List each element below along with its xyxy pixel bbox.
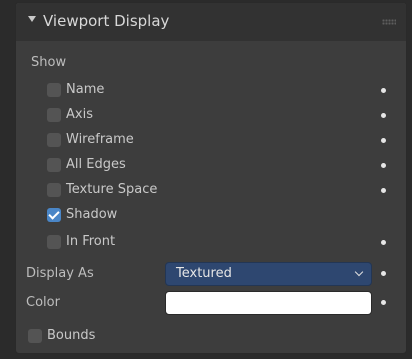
- color-label: Color: [26, 295, 60, 310]
- display-as-select[interactable]: Textured: [165, 262, 372, 286]
- axis-checkbox-label: Axis: [66, 107, 93, 122]
- show-texture-space-row[interactable]: Texture Space: [16, 179, 406, 201]
- decorator-dot-icon[interactable]: [381, 271, 386, 276]
- texture-space-checkbox[interactable]: [47, 183, 61, 197]
- decorator-dot-icon[interactable]: [381, 240, 386, 245]
- shadow-checkbox-label: Shadow: [66, 207, 118, 222]
- decorator-dot-icon[interactable]: [381, 88, 386, 93]
- decorator-dot-icon[interactable]: [381, 300, 386, 305]
- in-front-checkbox-label: In Front: [66, 234, 116, 249]
- panel-title: Viewport Display: [43, 12, 170, 30]
- decorator-dot-icon[interactable]: [381, 163, 386, 168]
- show-name-row[interactable]: Name: [16, 79, 406, 101]
- show-axis-row[interactable]: Axis: [16, 104, 406, 126]
- decorator-dot-icon[interactable]: [381, 113, 386, 118]
- decorator-dot-icon[interactable]: [381, 188, 386, 193]
- show-wireframe-row[interactable]: Wireframe: [16, 129, 406, 151]
- decorator-dot-icon[interactable]: [381, 138, 386, 143]
- shadow-checkbox[interactable]: [47, 208, 61, 222]
- name-checkbox[interactable]: [47, 83, 61, 97]
- display-as-label: Display As: [26, 266, 94, 281]
- bounds-row[interactable]: Bounds: [16, 325, 406, 347]
- all-edges-checkbox-label: All Edges: [66, 157, 126, 172]
- collapse-triangle-icon[interactable]: [28, 16, 36, 22]
- bounds-checkbox[interactable]: [28, 329, 42, 343]
- all-edges-checkbox[interactable]: [47, 158, 61, 172]
- color-swatch-field[interactable]: [165, 291, 372, 315]
- viewport-display-panel: Viewport Display Show Name Axis Wirefram…: [15, 2, 407, 354]
- panel-header[interactable]: Viewport Display: [16, 3, 406, 41]
- bounds-checkbox-label: Bounds: [47, 328, 96, 343]
- texture-space-checkbox-label: Texture Space: [66, 182, 158, 197]
- wireframe-checkbox[interactable]: [47, 133, 61, 147]
- show-all-edges-row[interactable]: All Edges: [16, 154, 406, 176]
- show-shadow-row[interactable]: Shadow: [16, 204, 406, 226]
- axis-checkbox[interactable]: [47, 108, 61, 122]
- show-label: Show: [31, 55, 67, 70]
- name-checkbox-label: Name: [66, 82, 105, 97]
- show-in-front-row[interactable]: In Front: [16, 231, 406, 253]
- display-as-value: Textured: [176, 266, 232, 281]
- chevron-down-icon: [354, 267, 364, 277]
- drag-grip-icon[interactable]: [382, 19, 396, 25]
- in-front-checkbox[interactable]: [47, 235, 61, 249]
- wireframe-checkbox-label: Wireframe: [66, 132, 134, 147]
